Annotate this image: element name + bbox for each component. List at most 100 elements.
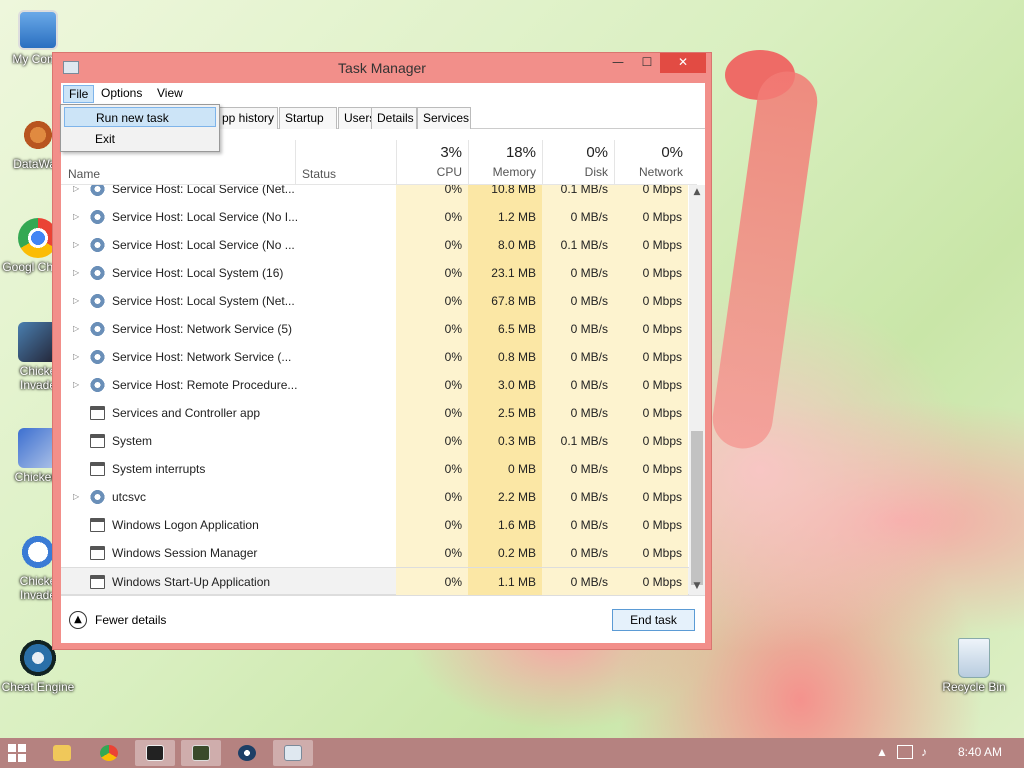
process-memory: 6.5 MB (468, 315, 542, 343)
process-memory: 67.8 MB (468, 287, 542, 315)
scrollbar-thumb[interactable] (691, 431, 703, 585)
taskbar-7zip[interactable] (135, 740, 175, 766)
process-cpu: 0% (396, 483, 468, 511)
memory-total-percent: 18% (505, 144, 536, 161)
column-header-memory[interactable]: 18% Memory (468, 140, 542, 185)
tab-app-history[interactable]: pp history (216, 107, 278, 129)
expand-chevron-icon[interactable]: ▷ (73, 231, 79, 259)
expand-chevron-icon[interactable]: ▷ (73, 483, 79, 511)
computer-icon (18, 10, 58, 50)
process-memory: 10.8 MB (468, 185, 542, 203)
table-row[interactable]: ▷ Service Host: Local System (Net... 0% 67.… (61, 287, 689, 315)
table-row[interactable]: ▷ Service Host: Local Service (No ... 0% 8.… (61, 231, 689, 259)
table-row[interactable]: ▷ Service Host: Local System (16) 0% 23.1 M… (61, 259, 689, 287)
column-header-name[interactable]: Name (68, 167, 100, 181)
scroll-up-arrow-icon[interactable]: ▲ (689, 187, 705, 197)
process-disk: 0 MB/s (542, 315, 614, 343)
column-header-status[interactable]: Status (302, 167, 336, 181)
process-network: 0 Mbps (614, 539, 688, 567)
process-network: 0 Mbps (614, 287, 688, 315)
process-memory: 0.3 MB (468, 427, 542, 455)
process-network: 0 Mbps (614, 185, 688, 203)
app-window-icon (90, 546, 105, 560)
menu-file[interactable]: File (63, 85, 95, 103)
show-hidden-icons-icon[interactable]: ▲ (876, 745, 888, 759)
table-row[interactable]: System 0% 0.3 MB 0.1 MB/s 0 Mbps (61, 427, 689, 455)
maximize-button[interactable]: ☐ (634, 53, 660, 73)
expand-chevron-icon[interactable]: ▷ (73, 203, 79, 231)
process-cpu: 0% (396, 455, 468, 483)
table-row[interactable]: ▷ utcsvc 0% 2.2 MB 0 MB/s 0 Mbps (61, 483, 689, 511)
tab-details[interactable]: Details (371, 107, 417, 129)
desktop-icon-recycle-bin[interactable]: Recycle Bin (936, 638, 1012, 694)
table-row[interactable]: ▷ Service Host: Network Service (5) 0% 6.5 … (61, 315, 689, 343)
tab-startup[interactable]: Startup (279, 107, 337, 129)
expand-chevron-icon[interactable]: ▷ (73, 185, 79, 203)
end-task-button[interactable]: End task (612, 609, 695, 631)
taskbar-file-explorer[interactable] (42, 740, 82, 766)
expand-chevron-icon[interactable]: ▷ (73, 259, 79, 287)
process-disk: 0.1 MB/s (542, 185, 614, 203)
menu-view[interactable]: View (152, 85, 188, 103)
cpu-label: CPU (436, 165, 462, 179)
process-name: System interrupts (112, 462, 206, 476)
cpu-total-percent: 3% (440, 144, 462, 161)
vertical-scrollbar[interactable]: ▲ ▼ (689, 185, 705, 595)
process-memory: 0.8 MB (468, 343, 542, 371)
table-row[interactable]: ▷ Service Host: Network Service (... 0% 0.8… (61, 343, 689, 371)
taskbar-clock[interactable]: 8:40 AM (958, 745, 1002, 759)
network-label: Network (638, 165, 683, 179)
desktop-icon-label: Chicke Invade (19, 574, 57, 602)
expand-chevron-icon[interactable]: ▷ (73, 371, 79, 399)
folder-icon (53, 745, 71, 761)
process-network: 0 Mbps (614, 455, 688, 483)
network-icon[interactable] (897, 745, 913, 759)
process-cpu: 0% (396, 427, 468, 455)
taskbar-chrome[interactable] (89, 740, 129, 766)
column-header-disk[interactable]: 0% Disk (542, 140, 614, 185)
process-disk: 0 MB/s (542, 287, 614, 315)
chevron-up-icon[interactable]: ▲ (69, 611, 87, 629)
menu-item-exit[interactable]: Exit (64, 129, 216, 149)
tab-services[interactable]: Services (417, 107, 471, 129)
column-header-cpu[interactable]: 3% CPU (396, 140, 468, 185)
process-disk: 0 MB/s (542, 511, 614, 539)
expand-chevron-icon[interactable]: ▷ (73, 287, 79, 315)
minimize-button[interactable]: — (605, 53, 631, 73)
menu-item-run-new-task[interactable]: Run new task (64, 107, 216, 127)
app-window-icon (90, 406, 105, 420)
menu-options[interactable]: Options (96, 85, 147, 103)
taskbar-chicken-invaders[interactable] (181, 740, 221, 766)
table-row[interactable]: ▷ Service Host: Remote Procedure... 0% 3.0 … (61, 371, 689, 399)
table-row[interactable]: Services and Controller app 0% 2.5 MB 0 MB/… (61, 399, 689, 427)
table-row[interactable]: Windows Start-Up Application 0% 1.1 MB 0 MB… (61, 567, 689, 595)
volume-icon[interactable]: ♪ (921, 745, 927, 759)
desktop-icon-label: Chicke Invade (19, 364, 57, 392)
process-cpu: 0% (396, 511, 468, 539)
windows-logo-pane (18, 754, 26, 762)
title-bar[interactable]: Task Manager — ☐ ✕ (53, 53, 711, 83)
process-name: Service Host: Network Service (... (112, 350, 292, 364)
taskbar-cheat-engine[interactable] (227, 740, 267, 766)
taskbar-task-manager[interactable] (273, 740, 313, 766)
column-header-network[interactable]: 0% Network (614, 140, 689, 185)
app-window-icon (90, 462, 105, 476)
app-window-icon (90, 575, 105, 589)
table-row[interactable]: ▷ Service Host: Local Service (Net... 0% 10… (61, 185, 689, 203)
process-name: Service Host: Local System (Net... (112, 294, 295, 308)
process-name: Service Host: Network Service (5) (112, 322, 293, 336)
expand-chevron-icon[interactable]: ▷ (73, 343, 79, 371)
close-button[interactable]: ✕ (660, 53, 706, 73)
scroll-down-arrow-icon[interactable]: ▼ (689, 581, 705, 591)
table-row[interactable]: ▷ Service Host: Local Service (No I... 0% 1… (61, 203, 689, 231)
table-row[interactable]: Windows Session Manager 0% 0.2 MB 0 MB/s 0 M… (61, 539, 689, 567)
process-cpu: 0% (396, 399, 468, 427)
table-row[interactable]: Windows Logon Application 0% 1.6 MB 0 MB/s 0… (61, 511, 689, 539)
process-network: 0 Mbps (614, 371, 688, 399)
process-memory: 1.1 MB (468, 568, 542, 595)
table-row[interactable]: System interrupts 0% 0 MB 0 MB/s 0 Mbps (61, 455, 689, 483)
start-button[interactable] (8, 744, 26, 762)
taskbar: ▲ ♪ 8:40 AM (0, 738, 1024, 768)
fewer-details-link[interactable]: Fewer details (95, 613, 166, 627)
expand-chevron-icon[interactable]: ▷ (73, 315, 79, 343)
